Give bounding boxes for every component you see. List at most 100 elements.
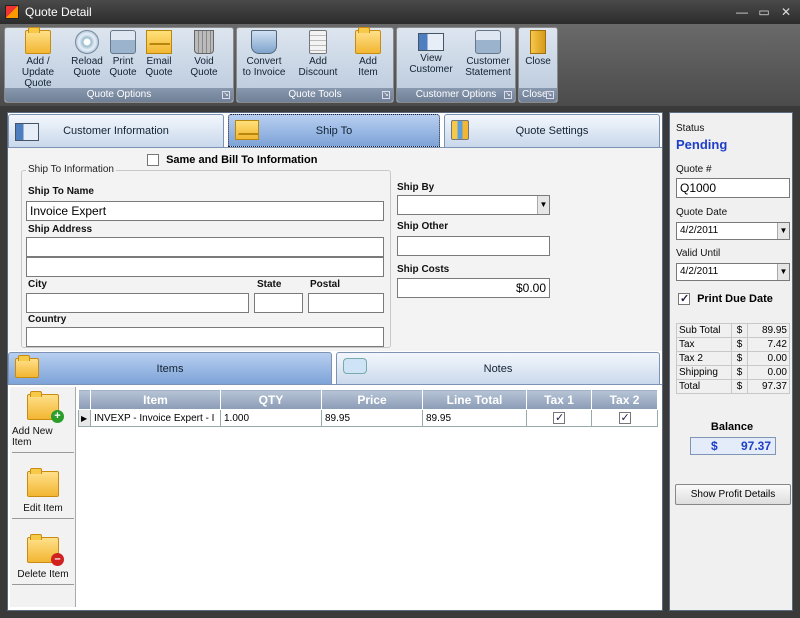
row-selector-arrow-icon[interactable]: ▶ — [78, 409, 91, 427]
reload-quote-button[interactable]: Reload Quote — [69, 30, 105, 89]
tax1-checkbox[interactable] — [553, 411, 565, 424]
same-bill-to-option[interactable]: Same and Bill To Information — [147, 154, 317, 167]
app-icon — [5, 5, 19, 19]
column-header-price[interactable]: Price — [321, 389, 423, 410]
dialog-launcher-icon[interactable]: ↘ — [546, 91, 554, 99]
ship-costs-input[interactable]: $0.00 — [397, 278, 550, 298]
folder-add-icon — [355, 27, 381, 54]
group-label: Close ↘ — [519, 88, 557, 102]
tab-quote-settings[interactable]: Quote Settings — [444, 114, 660, 147]
totals-row: Total $97.37 — [676, 379, 790, 394]
delete-item-button[interactable]: – Delete Item — [12, 523, 74, 585]
convert-to-invoice-button[interactable]: Convert to Invoice — [239, 30, 289, 89]
printer-icon — [110, 30, 136, 54]
country-input[interactable] — [26, 327, 384, 347]
void-quote-button[interactable]: Void Quote — [177, 30, 231, 89]
tab-notes[interactable]: Notes — [336, 352, 660, 385]
chevron-down-icon[interactable]: ▼ — [777, 264, 789, 280]
cell-item[interactable]: INVEXP - Invoice Expert - I — [90, 409, 221, 427]
close-window-button[interactable]: ✕ — [776, 3, 796, 21]
add-item-button[interactable]: Add Item — [347, 27, 389, 89]
maximize-button[interactable]: ▭ — [754, 3, 774, 21]
valid-until-picker[interactable]: 4/2/2011 ▼ — [676, 263, 790, 281]
trash-icon — [194, 30, 214, 54]
tab-items[interactable]: Items — [8, 352, 332, 385]
quote-date-picker[interactable]: 4/2/2011 ▼ — [676, 222, 790, 240]
column-header-tax1[interactable]: Tax 1 — [526, 389, 592, 410]
customer-statement-button[interactable]: Customer Statement — [463, 30, 513, 89]
print-due-date-option[interactable]: Print Due Date — [678, 292, 773, 306]
postal-input[interactable] — [308, 293, 384, 313]
city-input[interactable] — [26, 293, 249, 313]
ship-address-line2-input[interactable] — [26, 257, 384, 277]
note-bubble-icon — [343, 358, 367, 374]
close-button[interactable]: Close — [521, 30, 555, 89]
add-discount-button[interactable]: Add Discount — [289, 30, 347, 89]
settings-icon — [451, 120, 469, 140]
folder-delete-icon: – — [27, 534, 64, 566]
tab-label: Items — [156, 362, 184, 375]
valid-until-label: Valid Until — [676, 248, 721, 259]
show-profit-details-button[interactable]: Show Profit Details — [675, 484, 791, 505]
ship-address-label: Ship Address — [28, 224, 93, 235]
quote-date-label: Quote Date — [676, 207, 728, 218]
status-value: Pending — [676, 137, 728, 152]
top-tab-bar: Customer Information Ship To Quote Setti… — [8, 113, 662, 147]
add-new-item-button[interactable]: + Add New Item — [12, 391, 74, 453]
tab-customer-information[interactable]: Customer Information — [8, 114, 224, 147]
button-label: Add New Item — [12, 426, 53, 448]
tax2-checkbox[interactable] — [618, 411, 631, 424]
printer-icon — [475, 30, 501, 54]
column-header-tax2[interactable]: Tax 2 — [591, 389, 658, 410]
ribbon-group-close: Close Close ↘ — [518, 27, 558, 103]
cell-tax1[interactable] — [526, 409, 592, 427]
dialog-launcher-icon[interactable]: ↘ — [382, 91, 390, 99]
same-bill-to-checkbox[interactable] — [147, 154, 159, 167]
ship-other-input[interactable] — [397, 236, 550, 256]
tab-label: Quote Settings — [515, 125, 589, 137]
folder-add-icon: + — [27, 391, 64, 423]
print-due-date-checkbox[interactable] — [678, 292, 690, 306]
chevron-down-icon[interactable]: ▼ — [777, 223, 789, 239]
ribbon-group-quote-options: Add / Update Quote Reload Quote Print Qu… — [4, 27, 234, 103]
button-label: Add Discount — [298, 56, 338, 78]
add-update-quote-button[interactable]: Add / Update Quote — [7, 27, 69, 89]
column-header-item[interactable]: Item — [90, 389, 221, 410]
ship-to-panel: Same and Bill To Information Ship To Inf… — [8, 147, 662, 351]
state-input[interactable] — [254, 293, 303, 313]
ship-other-label: Ship Other — [397, 221, 449, 232]
title-bar: Quote Detail — ▭ ✕ — [0, 0, 800, 24]
window-title: Quote Detail — [25, 5, 92, 19]
folder-icon — [27, 468, 59, 497]
main-panel: Customer Information Ship To Quote Setti… — [7, 112, 663, 611]
cell-line-total[interactable]: 89.95 — [422, 409, 527, 427]
ship-to-name-input[interactable]: Invoice Expert — [26, 201, 384, 221]
folder-icon — [25, 27, 51, 54]
cell-qty[interactable]: 1.000 — [220, 409, 322, 427]
row-selector-header — [78, 389, 91, 410]
dialog-launcher-icon[interactable]: ↘ — [222, 91, 230, 99]
ship-by-select[interactable]: ▼ — [397, 195, 550, 215]
country-label: Country — [28, 314, 67, 325]
edit-item-button[interactable]: Edit Item — [12, 457, 74, 519]
tab-ship-to[interactable]: Ship To — [228, 114, 440, 147]
door-icon — [530, 30, 546, 54]
group-legend: Ship To Information — [26, 164, 116, 175]
cell-price[interactable]: 89.95 — [321, 409, 423, 427]
folder-icon — [15, 355, 39, 378]
chevron-down-icon[interactable]: ▼ — [537, 196, 549, 214]
cell-tax2[interactable] — [591, 409, 658, 427]
email-quote-button[interactable]: Email Quote — [141, 30, 177, 89]
print-quote-button[interactable]: Print Quote — [105, 30, 141, 89]
table-row[interactable]: ▶ INVEXP - Invoice Expert - I 1.000 89.9… — [78, 409, 658, 427]
quote-number-input[interactable]: Q1000 — [676, 178, 790, 198]
column-header-line-total[interactable]: Line Total — [422, 389, 527, 410]
dialog-launcher-icon[interactable]: ↘ — [504, 91, 512, 99]
ship-address-line1-input[interactable] — [26, 237, 384, 257]
ship-to-information-group: Ship To Information Ship To Name Invoice… — [21, 164, 391, 348]
button-label: Void Quote — [190, 56, 218, 78]
button-label: Email Quote — [145, 56, 173, 78]
column-header-qty[interactable]: QTY — [220, 389, 322, 410]
minimize-button[interactable]: — — [732, 3, 752, 21]
view-customer-button[interactable]: View Customer — [399, 30, 463, 89]
